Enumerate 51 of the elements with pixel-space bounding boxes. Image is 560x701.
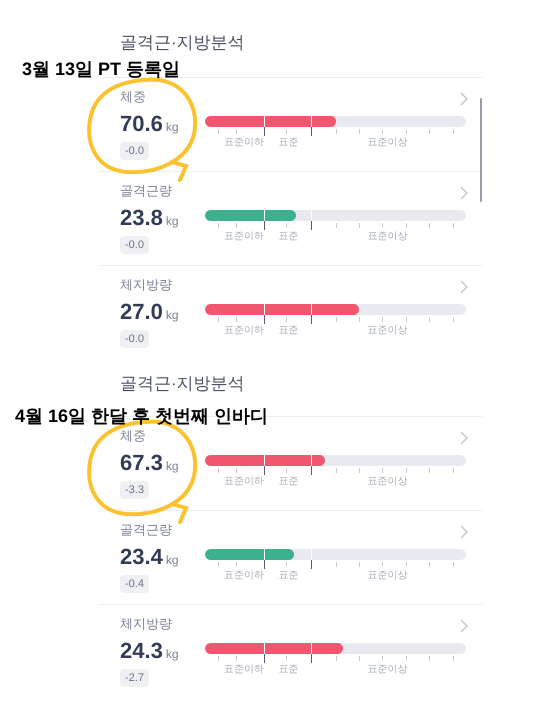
scale-label: 표준이상	[368, 136, 408, 150]
metric-label: 체지방량	[120, 615, 172, 633]
metric-value: 23.8	[120, 206, 163, 230]
metric-label: 체지방량	[120, 276, 172, 294]
change-badge: -0.0	[120, 142, 149, 160]
change-badge: -0.0	[120, 236, 149, 254]
chevron-icon[interactable]	[460, 431, 468, 445]
scale-label: 표준이하	[224, 324, 264, 338]
chevron-icon[interactable]	[460, 92, 468, 106]
chevron-icon[interactable]	[460, 280, 468, 294]
scale-label: 표준이하	[224, 569, 264, 583]
unit-label: kg	[166, 646, 179, 663]
change-badge: -0.4	[120, 575, 149, 593]
unit-label: kg	[166, 458, 179, 475]
metric-label: 골격근량	[120, 182, 172, 200]
section-title: 골격근·지방분석	[120, 33, 245, 52]
scale-label: 표준이상	[368, 230, 408, 244]
metric-value: 70.6	[120, 112, 163, 136]
change-badge: -2.7	[120, 669, 149, 687]
unit-label: kg	[166, 213, 179, 230]
unit-label: kg	[166, 552, 179, 569]
metric-label: 체중	[120, 88, 146, 106]
scale-label: 표준	[278, 569, 299, 583]
metric-label: 체중	[120, 427, 146, 445]
metric-label: 골격근량	[120, 521, 172, 539]
scale-label: 표준	[278, 475, 299, 489]
metric-value: 23.4	[120, 545, 163, 569]
chevron-icon[interactable]	[460, 186, 468, 200]
chevron-icon[interactable]	[460, 525, 468, 539]
scale-label: 표준이상	[368, 475, 408, 489]
scale-label: 표준이하	[224, 136, 264, 150]
metric-value: 67.3	[120, 451, 163, 475]
scale-label: 표준이상	[368, 324, 408, 338]
change-badge: -0.0	[120, 330, 149, 348]
metric-value: 24.3	[120, 639, 163, 663]
scale-label: 표준	[278, 663, 299, 677]
section-title: 골격근·지방분석	[120, 374, 245, 393]
chevron-icon[interactable]	[460, 619, 468, 633]
change-badge: -3.3	[120, 481, 149, 499]
metric-value: 27.0	[120, 300, 163, 324]
unit-label: kg	[166, 307, 179, 324]
scale-label: 표준이하	[224, 663, 264, 677]
scale-label: 표준	[278, 136, 299, 150]
scale-label: 표준이상	[368, 569, 408, 583]
scale-label: 표준	[278, 230, 299, 244]
scale-label: 표준	[278, 324, 299, 338]
scale-label: 표준이하	[224, 230, 264, 244]
unit-label: kg	[166, 119, 179, 136]
scale-label: 표준이상	[368, 663, 408, 677]
annotation-text: 3월 13일 PT 등록일	[22, 58, 180, 81]
scale-label: 표준이하	[224, 475, 264, 489]
